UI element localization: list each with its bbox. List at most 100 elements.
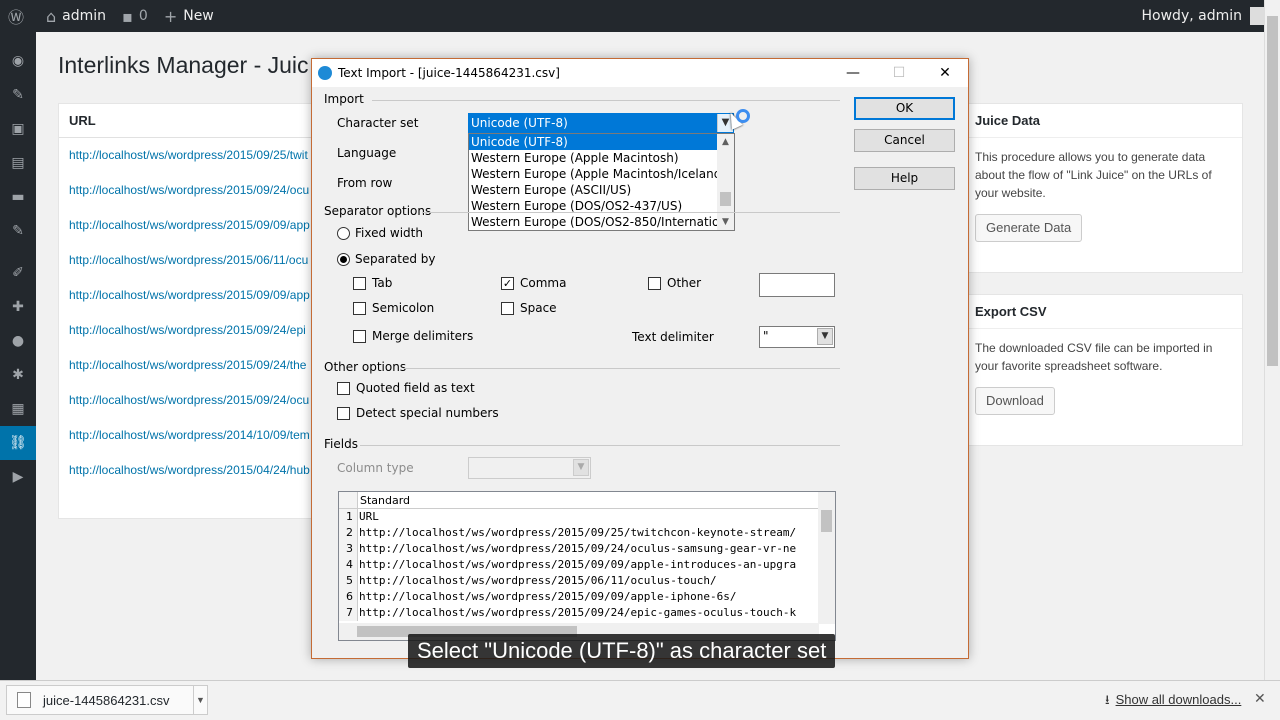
juice-data-title: Juice Data	[966, 104, 1242, 138]
table-row-link[interactable]: http://localhost/ws/wordpress/2015/04/24…	[59, 453, 317, 488]
other-separator-input[interactable]	[759, 273, 835, 297]
admin-bar: Ⓦ ⌂ admin ▪ 0 + New Howdy, admin	[0, 0, 1280, 32]
page-title: Interlinks Manager - Juic	[58, 52, 309, 78]
preview-row: 2 http://localhost/ws/wordpress/2015/09/2…	[339, 525, 835, 541]
tools-icon[interactable]: ✱	[0, 358, 36, 392]
preview-vertical-scrollbar[interactable]	[818, 492, 835, 624]
ok-button[interactable]: OK	[854, 97, 955, 120]
posts-icon[interactable]: ✎	[0, 78, 36, 112]
charset-label: Character set	[337, 116, 419, 130]
greeting-text: Howdy, admin	[1141, 8, 1242, 24]
account-menu[interactable]: Howdy, admin	[1142, 7, 1280, 25]
preview-row: 7 http://localhost/ws/wordpress/2015/09/2…	[339, 605, 835, 621]
settings-icon[interactable]: ▦	[0, 392, 36, 426]
users-icon[interactable]: ●	[0, 324, 36, 358]
table-row-link[interactable]: http://localhost/ws/wordpress/2015/09/25…	[59, 138, 317, 173]
quoted-field-checkbox[interactable]: Quoted field as text	[337, 381, 475, 395]
site-name-link[interactable]: ⌂ admin	[38, 0, 114, 32]
import-group-label: Import	[324, 92, 364, 106]
download-item[interactable]: juice-1445864231.csv ▼	[6, 685, 208, 715]
dialog-titlebar[interactable]: Text Import - [juice-1445864231.csv] — ☐…	[312, 59, 968, 87]
tab-checkbox[interactable]: Tab	[353, 276, 392, 290]
download-icon: ⭳	[1105, 692, 1110, 707]
help-button[interactable]: Help	[854, 167, 955, 190]
dialog-title: Text Import - [juice-1445864231.csv]	[338, 66, 560, 80]
table-row-link[interactable]: http://localhost/ws/wordpress/2015/09/09…	[59, 278, 317, 313]
table-row-link[interactable]: http://localhost/ws/wordpress/2015/09/24…	[59, 348, 317, 383]
home-icon: ⌂	[46, 6, 57, 26]
other-options-group-label: Other options	[324, 360, 407, 374]
text-delimiter-select[interactable]: " ▼	[759, 326, 835, 348]
tutorial-caption: Select "Unicode (UTF-8)" as character se…	[408, 634, 836, 668]
comments-link[interactable]: ▪ 0	[114, 0, 156, 32]
charset-option[interactable]: Western Europe (DOS/OS2-850/Internationa…	[469, 214, 734, 230]
page-scrollbar[interactable]	[1264, 0, 1280, 680]
comment-icon: ▪	[122, 6, 133, 26]
charset-list-scrollbar[interactable]: ▲ ▼	[717, 134, 734, 230]
charset-dropdown-list[interactable]: Unicode (UTF-8) Western Europe (Apple Ma…	[468, 133, 735, 231]
file-icon	[17, 692, 31, 708]
download-button[interactable]: Download	[975, 387, 1055, 415]
preview-column-header[interactable]: Standard	[358, 492, 410, 508]
play-icon[interactable]: ▶	[0, 460, 36, 494]
chevron-up-icon[interactable]: ▲	[717, 134, 734, 150]
new-content-link[interactable]: + New	[156, 0, 222, 32]
cancel-button[interactable]: Cancel	[854, 129, 955, 152]
charset-option[interactable]: Western Europe (Apple Macintosh)	[469, 150, 717, 166]
language-label: Language	[337, 146, 397, 160]
preview-row: 6 http://localhost/ws/wordpress/2015/09/0…	[339, 589, 835, 605]
charset-option[interactable]: Unicode (UTF-8)	[469, 134, 717, 150]
detect-special-checkbox[interactable]: Detect special numbers	[337, 406, 499, 420]
preview-row: 3 http://localhost/ws/wordpress/2015/09/2…	[339, 541, 835, 557]
charset-select[interactable]: Unicode (UTF-8) ▼	[468, 113, 734, 133]
space-checkbox[interactable]: Space	[501, 301, 557, 315]
appearance-icon[interactable]: ✐	[0, 256, 36, 290]
libreoffice-icon	[318, 66, 332, 80]
export-csv-title: Export CSV	[966, 295, 1242, 329]
wordpress-logo-icon[interactable]: Ⓦ	[0, 0, 38, 32]
semicolon-checkbox[interactable]: Semicolon	[353, 301, 434, 315]
other-checkbox[interactable]: Other	[648, 276, 701, 290]
charset-option[interactable]: Western Europe (ASCII/US)	[469, 182, 717, 198]
fields-group-label: Fields	[324, 437, 358, 451]
fixed-width-radio[interactable]: Fixed width	[337, 226, 423, 240]
preview-row: 1 URL	[339, 509, 835, 525]
export-csv-box: Export CSV The downloaded CSV file can b…	[965, 294, 1243, 446]
chevron-down-icon[interactable]: ▼	[717, 214, 734, 230]
chevron-down-icon: ▼	[573, 459, 589, 476]
fields-preview[interactable]: Standard 1 URL 2 http://localhost/ws/wordp…	[338, 491, 836, 641]
click-indicator-icon	[736, 109, 750, 123]
dashboard-icon[interactable]: ◉	[0, 44, 36, 78]
table-row-link[interactable]: http://localhost/ws/wordpress/2015/06/11…	[59, 243, 317, 278]
close-button[interactable]: ✕	[922, 65, 968, 81]
interlinks-icon[interactable]: ⛓	[0, 426, 36, 460]
juice-data-description: This procedure allows you to generate da…	[975, 150, 1212, 200]
pin-icon[interactable]: ✎	[0, 214, 36, 248]
media-icon[interactable]: ▣	[0, 112, 36, 146]
preview-header: Standard	[339, 492, 835, 509]
comments-icon[interactable]: ▬	[0, 180, 36, 214]
download-file-name: juice-1445864231.csv	[43, 692, 170, 708]
table-row-link[interactable]: http://localhost/ws/wordpress/2014/10/09…	[59, 418, 317, 453]
plugins-icon[interactable]: ✚	[0, 290, 36, 324]
charset-option[interactable]: Western Europe (Apple Macintosh/Icelandi…	[469, 166, 734, 182]
pages-icon[interactable]: ▤	[0, 146, 36, 180]
merge-delimiters-checkbox[interactable]: Merge delimiters	[353, 329, 473, 343]
separated-by-radio[interactable]: Separated by	[337, 252, 436, 266]
chevron-down-icon[interactable]: ▼	[817, 328, 833, 345]
text-delimiter-label: Text delimiter	[632, 330, 714, 344]
table-row-link[interactable]: http://localhost/ws/wordpress/2015/09/24…	[59, 383, 317, 418]
minimize-button[interactable]: —	[830, 65, 876, 81]
comma-checkbox[interactable]: ✓ Comma	[501, 276, 566, 290]
preview-row: 5 http://localhost/ws/wordpress/2015/06/1…	[339, 573, 835, 589]
close-downloads-bar-button[interactable]: ✕	[1254, 690, 1266, 707]
show-all-downloads-link[interactable]: ⭳ Show all downloads...	[1105, 691, 1241, 713]
generate-data-button[interactable]: Generate Data	[975, 214, 1083, 242]
chevron-down-icon[interactable]: ▼	[193, 686, 207, 714]
table-row-link[interactable]: http://localhost/ws/wordpress/2015/09/24…	[59, 173, 317, 208]
table-row-link[interactable]: http://localhost/ws/wordpress/2015/09/24…	[59, 313, 317, 348]
admin-side-menu: ◉ ✎ ▣ ▤ ▬ ✎ ✐ ✚ ● ✱ ▦ ⛓ ▶	[0, 32, 36, 680]
column-type-select: ▼	[468, 457, 591, 479]
table-row-link[interactable]: http://localhost/ws/wordpress/2015/09/09…	[59, 208, 317, 243]
export-csv-description: The downloaded CSV file can be imported …	[975, 341, 1213, 373]
